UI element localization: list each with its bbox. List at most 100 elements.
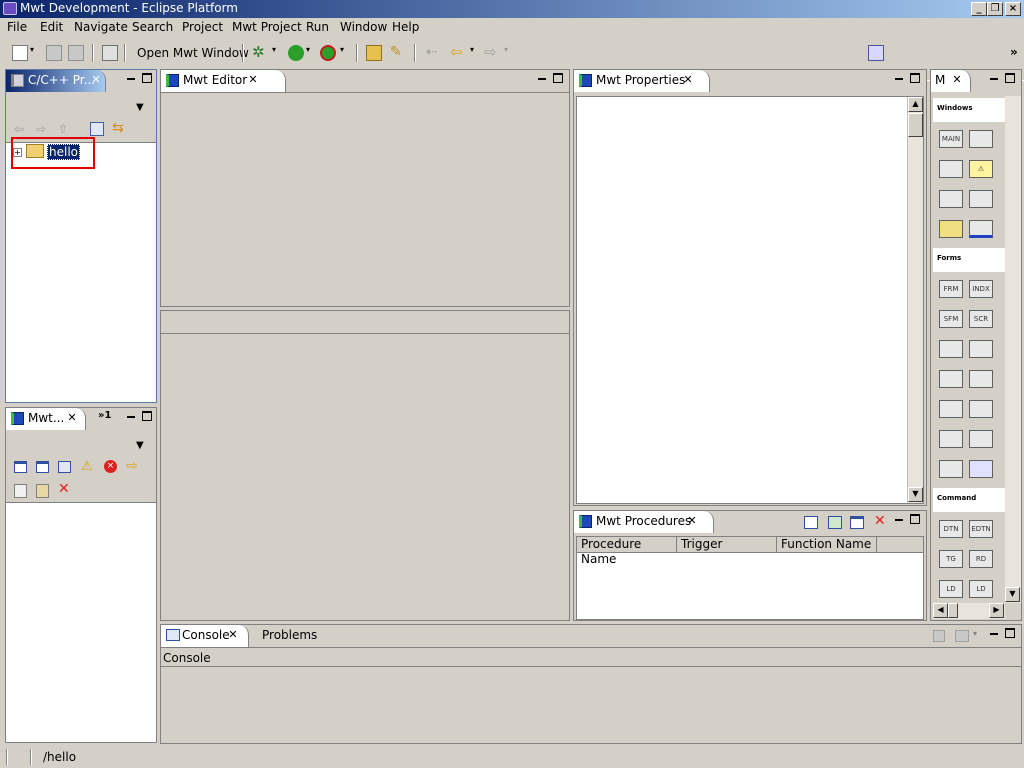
chevron-down-icon[interactable]: ▾ bbox=[272, 45, 280, 61]
collapse-all-icon[interactable] bbox=[90, 122, 104, 136]
maximize-view-button[interactable] bbox=[142, 73, 152, 83]
scroll-right-icon[interactable]: ▶ bbox=[989, 603, 1004, 618]
palette-item[interactable] bbox=[969, 460, 993, 478]
print-icon[interactable] bbox=[68, 45, 84, 61]
open-mwt-window-button[interactable]: Open Mwt Window bbox=[137, 46, 249, 60]
close-icon[interactable]: ✕ bbox=[686, 515, 698, 527]
menu-file[interactable]: File bbox=[7, 20, 27, 34]
view-menu-icon[interactable]: ▼ bbox=[136, 102, 144, 113]
new-procedure-icon[interactable] bbox=[804, 516, 818, 529]
maximize-view-button[interactable] bbox=[1005, 628, 1015, 638]
pen-icon[interactable]: ✎ bbox=[390, 45, 406, 61]
delete-icon[interactable]: ✕ bbox=[58, 481, 70, 497]
menu-search[interactable]: Search bbox=[132, 20, 173, 34]
menu-window[interactable]: Window bbox=[340, 20, 387, 34]
close-icon[interactable]: ✕ bbox=[682, 74, 694, 86]
copy-icon[interactable] bbox=[14, 484, 27, 498]
window-icon[interactable] bbox=[850, 516, 864, 529]
minimize-view-button[interactable] bbox=[126, 73, 136, 83]
tab-problems[interactable]: Problems bbox=[262, 628, 317, 642]
tab-mwt[interactable]: Mwt... ✕ bbox=[6, 408, 86, 430]
column-function-name[interactable]: Function Name bbox=[777, 537, 877, 553]
tab-project-explorer[interactable]: C/C++ Pr... ✕ bbox=[6, 70, 106, 92]
palette-item[interactable]: LD bbox=[969, 580, 993, 598]
tab-palette[interactable]: M ✕ bbox=[931, 70, 971, 92]
display-console-icon[interactable] bbox=[955, 630, 969, 642]
forward-icon[interactable]: ⇨ bbox=[36, 122, 46, 136]
tab-mwt-properties[interactable]: Mwt Properties ✕ bbox=[574, 70, 710, 92]
maximize-view-button[interactable] bbox=[910, 514, 920, 524]
palette-item[interactable] bbox=[969, 220, 993, 238]
close-icon[interactable]: ✕ bbox=[951, 74, 963, 86]
palette-section-windows[interactable]: Windows bbox=[933, 98, 1005, 122]
palette-item[interactable]: SCR bbox=[969, 310, 993, 328]
palette-item[interactable]: DTN bbox=[939, 520, 963, 538]
scroll-down-icon[interactable]: ▼ bbox=[908, 487, 923, 502]
minimize-button[interactable]: _ bbox=[971, 2, 987, 16]
chevron-down-icon[interactable]: ▾ bbox=[340, 45, 348, 61]
more-icon[interactable]: » bbox=[1010, 45, 1024, 61]
palette-item[interactable] bbox=[969, 370, 993, 388]
chevron-down-icon[interactable]: ▾ bbox=[504, 45, 512, 61]
minimize-view-button[interactable] bbox=[894, 514, 904, 524]
menu-run[interactable]: Run bbox=[306, 20, 329, 34]
chevron-down-icon[interactable]: ▾ bbox=[973, 629, 977, 638]
column-trigger[interactable]: Trigger bbox=[677, 537, 777, 553]
palette-item[interactable] bbox=[939, 160, 963, 178]
palette-item[interactable]: TG bbox=[939, 550, 963, 568]
maximize-view-button[interactable] bbox=[553, 73, 563, 83]
palette-item[interactable] bbox=[939, 340, 963, 358]
palette-item[interactable] bbox=[939, 220, 963, 238]
chevron-down-icon[interactable]: ▾ bbox=[306, 45, 314, 61]
palette-item[interactable]: SFM bbox=[939, 310, 963, 328]
palette-vertical-scrollbar[interactable]: ▼ bbox=[1005, 96, 1021, 603]
palette-section-command[interactable]: Command bbox=[933, 488, 1005, 512]
run-icon[interactable] bbox=[288, 45, 304, 61]
scroll-thumb[interactable] bbox=[908, 113, 923, 137]
maximize-view-button[interactable] bbox=[1005, 73, 1015, 83]
minimize-view-button[interactable] bbox=[126, 411, 136, 421]
back-icon[interactable]: ⇦ bbox=[450, 45, 466, 61]
forward-icon[interactable]: ⇨ bbox=[484, 45, 500, 61]
palette-item[interactable]: LD bbox=[939, 580, 963, 598]
menu-mwt-project[interactable]: Mwt Project bbox=[232, 20, 302, 34]
palette-item[interactable]: RD bbox=[969, 550, 993, 568]
maximize-view-button[interactable] bbox=[142, 411, 152, 421]
palette-item[interactable] bbox=[939, 430, 963, 448]
scroll-left-icon[interactable]: ◀ bbox=[933, 603, 948, 618]
save-icon[interactable] bbox=[46, 45, 62, 61]
warning-icon[interactable]: ⚠ bbox=[81, 459, 93, 474]
view-menu-icon[interactable]: ▼ bbox=[136, 440, 144, 451]
open-folder-icon[interactable] bbox=[366, 45, 382, 61]
palette-item[interactable] bbox=[939, 400, 963, 418]
build-icon[interactable] bbox=[102, 45, 118, 61]
close-icon[interactable]: ✕ bbox=[227, 629, 239, 641]
menu-edit[interactable]: Edit bbox=[40, 20, 63, 34]
minimize-view-button[interactable] bbox=[894, 73, 904, 83]
overflow-tabs-icon[interactable]: »1 bbox=[98, 410, 111, 421]
back-icon[interactable]: ⇦ bbox=[14, 122, 24, 136]
window-icon[interactable] bbox=[14, 461, 27, 473]
palette-item[interactable] bbox=[969, 400, 993, 418]
palette-item[interactable] bbox=[969, 430, 993, 448]
arrow-left-icon[interactable]: ⇠ bbox=[426, 45, 442, 61]
scroll-thumb[interactable] bbox=[948, 603, 958, 618]
minimize-view-button[interactable] bbox=[537, 73, 547, 83]
close-icon[interactable]: ✕ bbox=[247, 74, 259, 86]
debug-icon[interactable]: ✲ bbox=[252, 45, 268, 61]
chevron-down-icon[interactable]: ▾ bbox=[470, 45, 478, 61]
delete-icon[interactable]: ✕ bbox=[874, 513, 886, 529]
restore-button[interactable]: ❐ bbox=[987, 2, 1003, 16]
scroll-up-icon[interactable]: ▲ bbox=[908, 97, 923, 112]
error-icon[interactable]: × bbox=[104, 460, 117, 473]
external-tools-icon[interactable] bbox=[320, 45, 336, 61]
palette-item[interactable] bbox=[939, 370, 963, 388]
pin-icon[interactable] bbox=[933, 630, 945, 642]
up-icon[interactable]: ⇧ bbox=[58, 122, 68, 136]
column-procedure-name[interactable]: Procedure Name bbox=[577, 537, 677, 566]
menu-project[interactable]: Project bbox=[182, 20, 223, 34]
palette-item[interactable] bbox=[939, 190, 963, 208]
close-icon[interactable]: ✕ bbox=[66, 412, 78, 424]
new-icon[interactable] bbox=[12, 45, 28, 61]
tab-console[interactable]: Console ✕ bbox=[161, 625, 249, 647]
